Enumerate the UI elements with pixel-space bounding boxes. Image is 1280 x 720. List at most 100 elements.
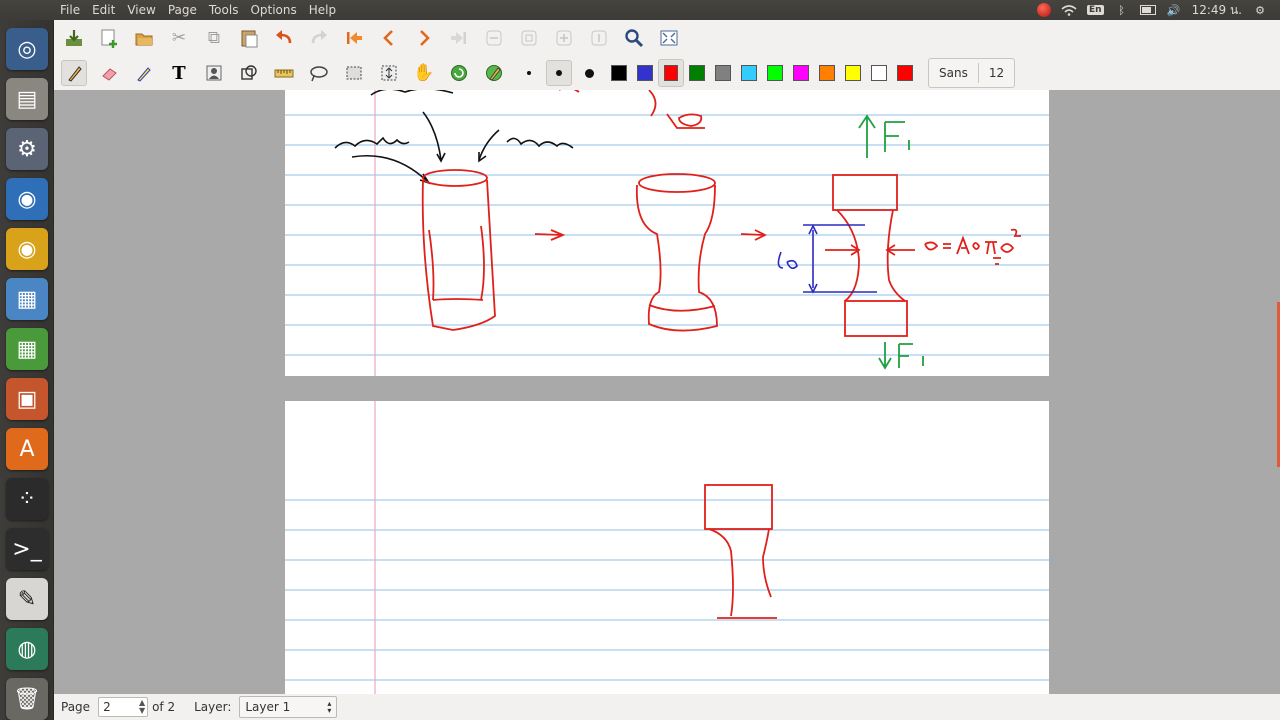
rect-select-icon[interactable]	[341, 60, 367, 86]
next-page-icon[interactable]	[411, 25, 437, 51]
color-swatch-4[interactable]	[710, 59, 736, 87]
image-icon[interactable]	[201, 60, 227, 86]
page-spinner[interactable]: 2 ▲ ▼	[98, 697, 149, 717]
color-swatch-0[interactable]	[606, 59, 632, 87]
color-swatch-fill	[793, 65, 809, 81]
pen-settings-icon[interactable]	[481, 60, 507, 86]
zoom-in-icon[interactable]	[551, 25, 577, 51]
color-swatch-fill	[689, 65, 705, 81]
eraser-icon[interactable]	[96, 60, 122, 86]
menu-edit[interactable]: Edit	[86, 0, 121, 20]
ruler-icon[interactable]	[271, 60, 297, 86]
bluetooth-icon[interactable]: ᛒ	[1114, 3, 1130, 17]
color-swatch-fill	[637, 65, 653, 81]
recording-indicator-icon[interactable]	[1037, 3, 1052, 17]
color-swatch-3[interactable]	[684, 59, 710, 87]
system-tray: En ᛒ 🔊 12:49 น. ⚙	[1037, 1, 1280, 20]
color-swatch-2[interactable]	[658, 59, 684, 87]
color-swatch-fill	[819, 65, 835, 81]
undo-icon[interactable]	[271, 25, 297, 51]
launcher: ◎ ▤ ⚙ ◉ ◉ ▦ ▦ ▣ A ⁘ >_ ✎ ◍ 🗑	[0, 20, 54, 720]
paste-icon[interactable]	[236, 25, 262, 51]
lasso-select-icon[interactable]	[306, 60, 332, 86]
default-tool-icon[interactable]	[446, 60, 472, 86]
document-viewer-icon[interactable]: ▦	[6, 278, 48, 320]
first-page-icon[interactable]	[341, 25, 367, 51]
save-icon[interactable]	[61, 25, 87, 51]
thickness-thick-icon[interactable]	[576, 60, 602, 86]
clock[interactable]: 12:49 น.	[1192, 1, 1242, 20]
chrome-icon[interactable]: ◉	[6, 228, 48, 270]
color-swatch-fill	[664, 65, 678, 81]
settings-icon[interactable]: ⚙	[6, 128, 48, 170]
menu-file[interactable]: File	[54, 0, 86, 20]
drawing-canvas[interactable]	[54, 90, 1280, 694]
open-icon[interactable]	[131, 25, 157, 51]
thickness-medium-icon[interactable]	[546, 60, 572, 86]
color-swatch-fill	[845, 65, 861, 81]
previous-page-icon[interactable]	[376, 25, 402, 51]
page-2-ink	[285, 401, 1049, 694]
color-swatch-fill	[715, 65, 731, 81]
menubar: File Edit View Page Tools Options Help	[54, 0, 342, 20]
zoom-fit-icon[interactable]	[516, 25, 542, 51]
font-button[interactable]: Sans 12	[928, 58, 1016, 88]
presentation-icon[interactable]: ▣	[6, 378, 48, 420]
color-swatch-6[interactable]	[762, 59, 788, 87]
menu-tools[interactable]: Tools	[203, 0, 245, 20]
files-icon[interactable]: ▤	[6, 78, 48, 120]
layer-select[interactable]: Layer 1 ▴ ▾	[239, 696, 338, 718]
color-swatch-fill	[897, 65, 913, 81]
thickness-fine-icon[interactable]	[516, 60, 542, 86]
menu-page[interactable]: Page	[162, 0, 203, 20]
terminal-icon[interactable]: >_	[6, 528, 48, 570]
screen-recorder-icon[interactable]: ⁘	[6, 478, 48, 520]
page-total: of 2	[152, 700, 176, 714]
color-swatch-8[interactable]	[814, 59, 840, 87]
highlighter-icon[interactable]	[131, 60, 157, 86]
wifi-icon[interactable]	[1061, 3, 1077, 17]
color-swatch-10[interactable]	[866, 59, 892, 87]
color-swatch-1[interactable]	[632, 59, 658, 87]
menu-options[interactable]: Options	[244, 0, 302, 20]
color-swatch-5[interactable]	[736, 59, 762, 87]
vertical-space-icon[interactable]	[376, 60, 402, 86]
battery-icon[interactable]	[1139, 3, 1156, 17]
updown-icon: ▴ ▾	[327, 699, 332, 715]
xournal-icon[interactable]: ✎	[6, 578, 48, 620]
page-1[interactable]	[285, 90, 1049, 376]
page-1-ink	[285, 90, 1049, 376]
cut-icon[interactable]: ✂	[166, 25, 192, 51]
menu-help[interactable]: Help	[303, 0, 342, 20]
chromium-icon[interactable]: ◉	[6, 178, 48, 220]
menu-view[interactable]: View	[121, 0, 161, 20]
page-number-input[interactable]: 2	[99, 700, 137, 714]
gear-icon[interactable]: ⚙	[1252, 3, 1268, 17]
find-icon[interactable]	[621, 25, 647, 51]
ubuntu-dash-icon[interactable]: ◎	[6, 28, 48, 70]
tools-toolbar: T ✋ Sans 12	[54, 56, 1280, 90]
color-swatch-7[interactable]	[788, 59, 814, 87]
color-swatch-9[interactable]	[840, 59, 866, 87]
spreadsheet-icon[interactable]: ▦	[6, 328, 48, 370]
text-icon[interactable]: T	[166, 60, 192, 86]
chevron-down-icon[interactable]: ▼	[137, 707, 147, 715]
volume-icon[interactable]: 🔊	[1166, 3, 1182, 17]
fullscreen-icon[interactable]	[656, 25, 682, 51]
software-center-icon[interactable]: A	[6, 428, 48, 470]
pen-icon[interactable]	[61, 60, 87, 86]
shape-recognizer-icon[interactable]	[236, 60, 262, 86]
page-2[interactable]	[285, 401, 1049, 694]
hand-icon[interactable]: ✋	[411, 60, 437, 86]
zoom-100-icon[interactable]	[586, 25, 612, 51]
top-panel: File Edit View Page Tools Options Help E…	[0, 0, 1280, 20]
zoom-out-icon[interactable]	[481, 25, 507, 51]
copy-icon[interactable]: ⧉	[201, 25, 227, 51]
keyboard-layout-indicator[interactable]: En	[1087, 5, 1104, 15]
redo-icon[interactable]	[306, 25, 332, 51]
last-page-icon[interactable]	[446, 25, 472, 51]
earth-icon[interactable]: ◍	[6, 628, 48, 670]
new-page-icon[interactable]	[96, 25, 122, 51]
trash-icon[interactable]: 🗑	[6, 678, 48, 720]
color-swatch-11[interactable]	[892, 59, 918, 87]
